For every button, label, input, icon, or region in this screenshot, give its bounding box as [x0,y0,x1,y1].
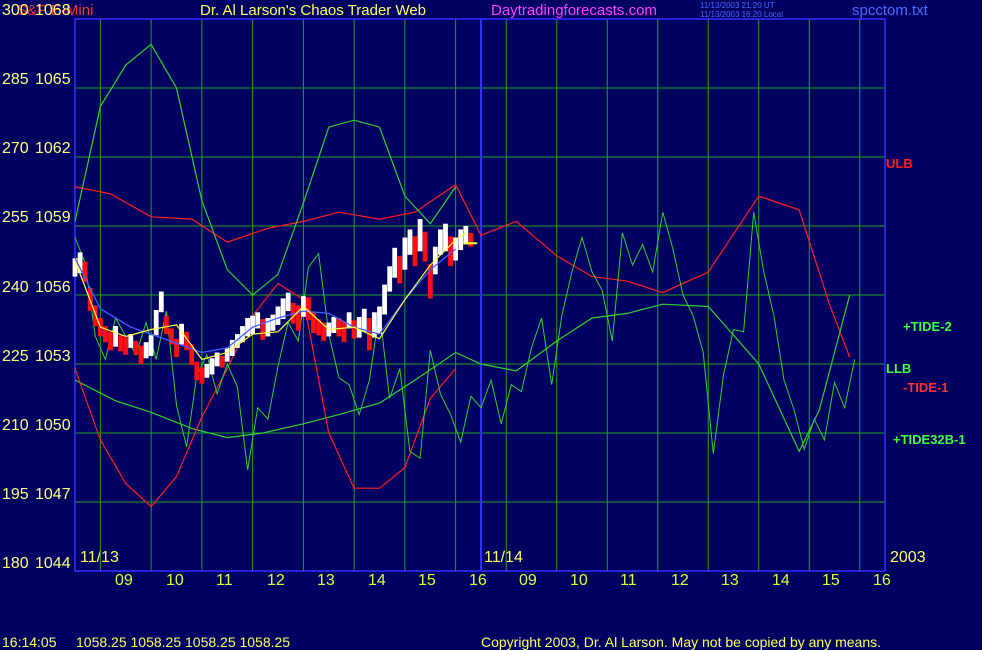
price-bar [438,229,443,255]
price-bar [158,291,164,313]
price-bar [382,284,387,315]
price-bar [336,318,342,337]
price-bar [356,316,362,338]
series-line-tide32b-1 [74,212,856,470]
price-bar [204,364,210,378]
price-bar [412,236,418,267]
price-bar [407,229,413,255]
price-bar [341,321,347,343]
price-bar [387,266,393,292]
price-bar [245,318,250,337]
price-bar [392,247,398,278]
chaos-chart [72,18,886,572]
price-bar [377,306,382,335]
price-bar [143,342,149,359]
chart-grid [74,18,886,572]
price-bar [224,347,230,362]
price-bar [194,361,200,381]
series-line-llb [74,294,851,453]
price-bar [148,335,154,356]
price-bars [72,219,478,384]
price-bar [118,335,124,352]
price-bar [458,229,464,251]
price-bar [443,223,448,252]
price-bar [351,320,357,339]
price-bar [113,326,118,347]
price-bar [123,336,129,355]
price-bar [108,331,113,351]
series-line--tide-1 [74,282,457,508]
price-bar [417,219,423,252]
price-bar [285,292,291,312]
price-bar [250,315,255,335]
band-lines [74,43,856,508]
price-bar [174,338,179,358]
price-bar [275,306,281,325]
price-bar [164,315,169,335]
price-bar [422,231,428,262]
price-bar [361,308,367,332]
price-bar [463,226,469,245]
price-bar [199,367,205,384]
price-bar [331,316,337,333]
price-bar [402,237,408,270]
price-bar [397,255,403,284]
price-bar [209,358,215,375]
price-bar [270,314,276,331]
price-bar [133,341,139,355]
price-bar [260,319,266,340]
price-bar [468,232,474,247]
price-bar [128,334,134,348]
price-bar [138,345,144,364]
price-bar [153,310,159,336]
price-bar [219,356,225,368]
